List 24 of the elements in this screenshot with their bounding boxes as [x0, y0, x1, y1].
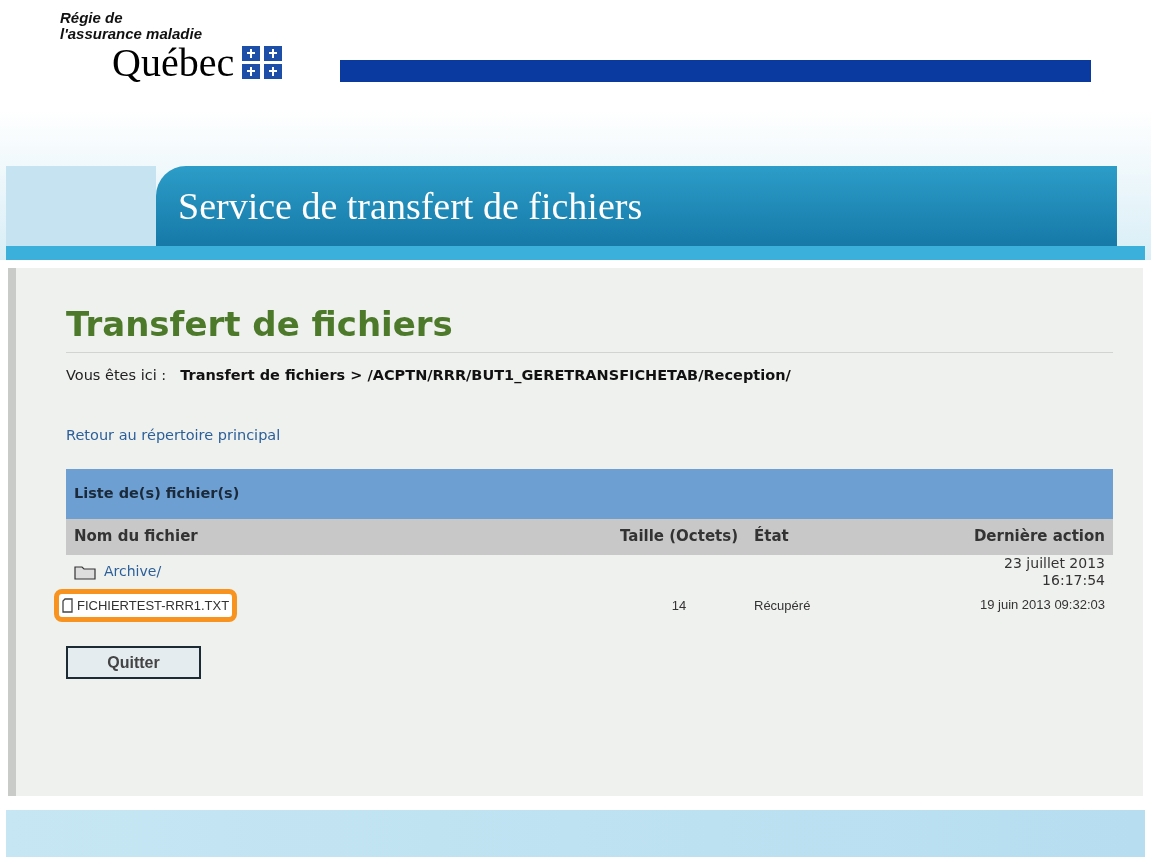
- organization-name: l'assurance maladie: [60, 26, 203, 42]
- column-header: Taille (Octets): [618, 526, 739, 548]
- file-state: Récupéré: [754, 596, 812, 615]
- column-header: Dernière action: [972, 526, 1105, 548]
- back-link[interactable]: Retour au répertoire principal: [66, 424, 281, 447]
- file-name[interactable]: FICHIERTEST-RRR1.TXT: [77, 595, 230, 615]
- table-title: Liste de(s) fichier(s): [74, 483, 240, 503]
- last-action-date: 23 juillet 2013: [1004, 554, 1105, 572]
- page-heading: Transfert de fichiers: [66, 302, 1113, 353]
- folder-icon: [74, 563, 96, 580]
- last-action-date: 16:17:54: [1042, 571, 1105, 589]
- last-action-date: 19 juin 2013 09:32:03: [979, 597, 1105, 614]
- organization-name: Régie de: [60, 10, 124, 26]
- document-icon: [62, 597, 73, 613]
- quebec-wordmark: Québec: [112, 42, 235, 84]
- folder-link[interactable]: Archive/: [104, 561, 162, 582]
- file-size: 14: [670, 596, 688, 615]
- quit-button[interactable]: Quitter: [66, 646, 201, 679]
- breadcrumb-path: Transfert de fichiers > /ACPTN/RRR/BUT1_GERETRANSFICHETAB/Reception/: [180, 366, 791, 386]
- column-header: État: [754, 525, 790, 548]
- flag-icon: [242, 46, 283, 80]
- column-header: Nom du fichier: [74, 526, 199, 548]
- breadcrumb-label: Vous êtes ici :: [66, 366, 167, 385]
- banner-title: Service de transfert de fichiers: [178, 183, 643, 229]
